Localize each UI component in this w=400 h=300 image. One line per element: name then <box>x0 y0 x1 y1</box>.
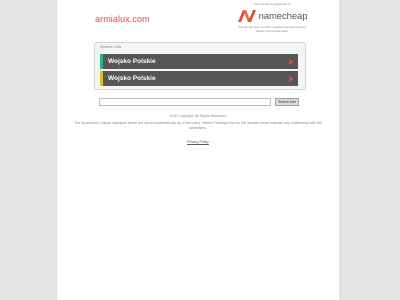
disclaimer-text: The Sponsored Listings displayed above a… <box>74 121 322 130</box>
parked-domain-page: armialux.com This domain is registered a… <box>57 0 339 300</box>
registrar-banner[interactable]: This domain is registered at namecheap T… <box>233 2 311 33</box>
footer: 2020 Copyright. All Rights Reserved. The… <box>67 114 329 148</box>
namecheap-logo-text: namecheap <box>258 10 308 22</box>
privacy-policy-link[interactable]: Privacy Policy <box>187 140 209 144</box>
related-link-2[interactable]: Wojsko Polskie <box>100 71 298 86</box>
domain-title: armialux.com <box>95 14 150 24</box>
namecheap-logo[interactable]: namecheap <box>233 9 311 23</box>
related-link-label: Wojsko Polskie <box>108 58 156 65</box>
copyright-text: 2020 Copyright. All Rights Reserved. <box>169 114 227 118</box>
arrow-right-icon <box>289 75 294 82</box>
registrar-bottom-text: This domain was recently registered at N… <box>237 25 307 33</box>
arrow-right-icon <box>289 58 294 65</box>
related-link-label: Wojsko Polskie <box>108 75 156 82</box>
search-ads-button[interactable]: Search Ads <box>275 98 299 106</box>
search-input[interactable] <box>99 98 271 106</box>
related-link-1[interactable]: Wojsko Polskie <box>100 54 298 69</box>
registrar-top-text: This domain is registered at <box>253 2 291 6</box>
namecheap-logo-icon <box>237 10 256 22</box>
related-links-title: Related Links <box>100 45 122 49</box>
related-links-box: Related Links Wojsko Polskie Wojsko Pols… <box>94 42 306 90</box>
search-bar: Search Ads <box>99 98 299 106</box>
